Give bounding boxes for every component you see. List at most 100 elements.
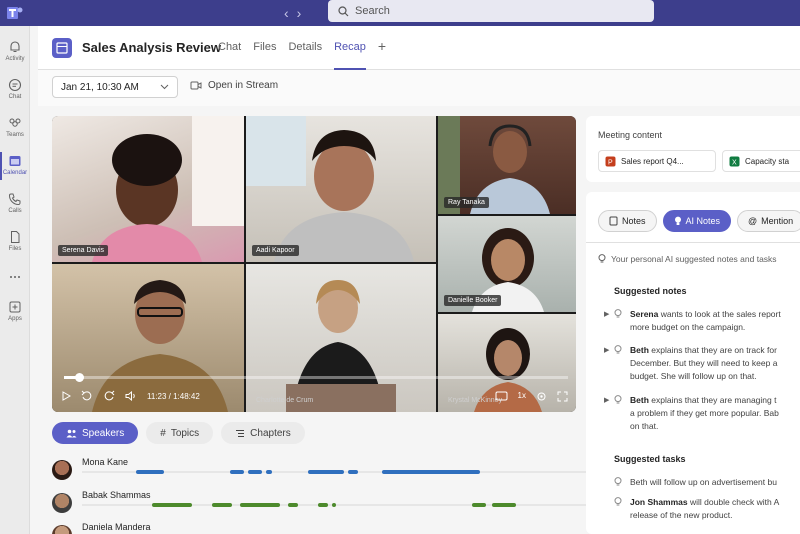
suggested-tasks-heading: Suggested tasks — [614, 454, 686, 464]
speaking-segment[interactable] — [212, 503, 232, 507]
svg-text:P: P — [608, 159, 613, 166]
calendar-icon — [9, 156, 21, 166]
meeting-chat-icon — [52, 38, 72, 58]
speaker-name: Babak Shammas — [82, 490, 151, 500]
tab-topics[interactable]: # Topics — [146, 422, 214, 444]
meeting-recording-player[interactable]: Serena Davis Aadi Kapoor Ray Tanaka Dani… — [52, 116, 576, 412]
lightbulb-icon — [598, 254, 606, 263]
meeting-date-dropdown[interactable]: Jan 21, 10:30 AM — [52, 76, 178, 98]
expand-caret-icon[interactable]: ▶ — [604, 344, 609, 357]
suggested-note[interactable]: ▶ Beth explains that they are managing t… — [604, 394, 800, 434]
meeting-date-value: Jan 21, 10:30 AM — [61, 81, 139, 93]
volume-icon[interactable] — [125, 391, 137, 401]
tab-speakers[interactable]: Speakers — [52, 422, 139, 444]
back-arrow-icon[interactable]: ‹ — [284, 4, 289, 22]
forward-10-icon[interactable] — [103, 390, 115, 402]
suggested-notes-heading: Suggested notes — [614, 286, 687, 296]
search-icon — [338, 5, 349, 16]
playback-speed[interactable]: 1x — [518, 391, 526, 402]
expand-caret-icon[interactable]: ▶ — [604, 308, 609, 321]
speaking-segment[interactable] — [492, 503, 516, 507]
tab-notes[interactable]: Notes — [598, 210, 657, 232]
bell-icon — [10, 41, 20, 53]
captions-icon[interactable] — [495, 391, 508, 401]
tab-mentions[interactable]: @ Mention — [737, 210, 800, 232]
speaking-segment[interactable] — [308, 470, 344, 474]
file-chip-sales-report[interactable]: P Sales report Q4... — [598, 150, 716, 172]
rewind-10-icon[interactable] — [81, 390, 93, 402]
lightbulb-icon — [614, 309, 622, 318]
lightbulb-icon — [614, 345, 622, 354]
speaker-row-babak[interactable]: Babak Shammas — [52, 490, 622, 516]
powerpoint-icon: P — [605, 156, 616, 166]
excel-icon: X — [729, 156, 740, 166]
chevron-down-icon — [160, 84, 169, 90]
rail-item-teams[interactable]: Teams — [0, 112, 30, 146]
notes-icon — [609, 216, 618, 226]
speaking-segment[interactable] — [136, 470, 164, 474]
file-chip-capacity[interactable]: X Capacity sta — [722, 150, 800, 172]
tab-chat[interactable]: Chat — [218, 41, 241, 53]
speaking-segment[interactable] — [348, 470, 358, 474]
settings-gear-icon[interactable] — [536, 391, 547, 402]
title-bar: ‹ › Search — [0, 0, 800, 26]
search-placeholder: Search — [355, 5, 390, 17]
speaking-segment[interactable] — [152, 503, 192, 507]
speaking-segment[interactable] — [382, 470, 480, 474]
search-input[interactable]: Search — [328, 0, 654, 22]
participant-name-tag: Aadi Kapoor — [252, 245, 299, 256]
speaking-segment[interactable] — [288, 503, 298, 507]
video-tile-aadi: Aadi Kapoor — [246, 116, 436, 262]
rail-item-chat[interactable]: Chat — [0, 74, 30, 108]
rail-item-calls[interactable]: Calls — [0, 188, 30, 222]
add-tab-plus-icon[interactable]: + — [378, 39, 386, 53]
lightbulb-icon — [674, 216, 681, 225]
speaker-row-mona[interactable]: Mona Kane — [52, 457, 622, 483]
meeting-header: Sales Analysis Review Chat Files Details… — [38, 26, 800, 70]
play-icon[interactable] — [62, 391, 71, 401]
speaker-row-daniela[interactable]: Daniela Mandera — [52, 522, 576, 534]
expand-caret-icon[interactable]: ▶ — [604, 394, 609, 407]
speaking-segment[interactable] — [332, 503, 336, 507]
tab-files[interactable]: Files — [253, 41, 276, 53]
open-in-stream-label: Open in Stream — [208, 80, 279, 91]
tab-recap[interactable]: Recap — [334, 41, 366, 70]
chapters-list-icon — [236, 429, 245, 437]
open-in-stream-button[interactable]: Open in Stream — [190, 80, 278, 91]
video-tile-ray: Ray Tanaka — [438, 116, 576, 214]
suggested-task[interactable]: Jon Shammas will double check with Arele… — [604, 496, 800, 526]
header-tabs: Chat Files Details Recap + — [218, 39, 386, 70]
speaking-segment[interactable] — [248, 470, 262, 474]
speaking-segment[interactable] — [318, 503, 328, 507]
suggested-task[interactable]: Beth will follow up on advertisement bu — [604, 476, 800, 492]
tab-ai-notes[interactable]: AI Notes — [662, 210, 732, 232]
rail-item-apps[interactable]: Apps — [0, 296, 30, 330]
rail-item-files[interactable]: Files — [0, 226, 30, 260]
notes-tabs: Notes AI Notes @ Mention — [598, 210, 800, 232]
rail-item-activity[interactable]: Activity — [0, 36, 30, 70]
participant-image — [246, 116, 414, 262]
ai-hint: Your personal AI suggested notes and tas… — [598, 254, 777, 264]
more-icon — [10, 276, 20, 278]
rail-item-more[interactable] — [0, 266, 30, 300]
speaking-segment[interactable] — [266, 470, 272, 474]
speaking-segment[interactable] — [240, 503, 280, 507]
suggested-note[interactable]: ▶ Serena wants to look at the sales repo… — [604, 308, 800, 334]
people-icon — [66, 429, 77, 437]
lightbulb-icon — [614, 477, 622, 486]
playback-time: 11:23 / 1:48:42 — [147, 391, 200, 401]
participant-name-tag: Danielle Booker — [444, 295, 502, 306]
rail-item-calendar[interactable]: Calendar — [0, 150, 30, 184]
participant-image — [92, 116, 244, 262]
forward-arrow-icon[interactable]: › — [297, 4, 302, 22]
tab-details[interactable]: Details — [288, 41, 322, 53]
speaking-segment[interactable] — [230, 470, 244, 474]
suggested-note[interactable]: ▶ Beth explains that they are on track f… — [604, 344, 800, 384]
tab-chapters[interactable]: Chapters — [221, 422, 305, 444]
avatar — [52, 493, 72, 513]
fullscreen-icon[interactable] — [557, 391, 568, 402]
participant-name-tag: Serena Davis — [58, 245, 109, 256]
speaking-segment[interactable] — [472, 503, 486, 507]
playback-progress-bar[interactable] — [64, 373, 568, 382]
app-rail: Activity Chat Teams Calendar Calls Files… — [0, 26, 30, 534]
